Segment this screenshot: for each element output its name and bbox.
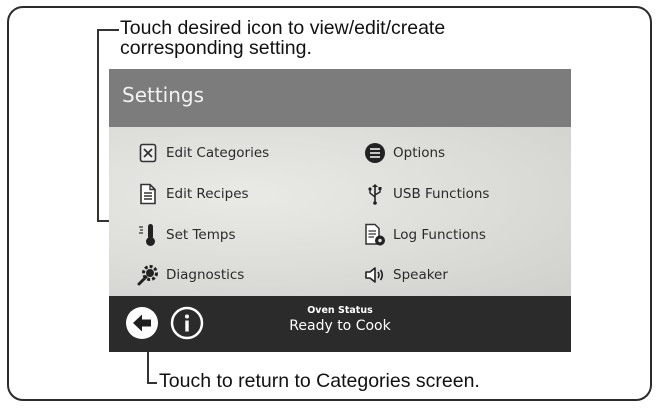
usb-functions-label: USB Functions: [393, 186, 490, 202]
top-callout-leader-v: [97, 29, 99, 221]
top-callout-leader-h: [97, 29, 119, 31]
bottom-callout-leader-h: [147, 382, 157, 384]
settings-screen: Settings Edit Categories Edit Recipes Se…: [109, 69, 571, 352]
bottom-callout: Touch to return to Categories screen.: [159, 370, 480, 392]
options-button[interactable]: Options: [364, 138, 445, 168]
status-bar: Oven Status Ready to Cook: [109, 296, 571, 352]
usb-functions-button[interactable]: USB Functions: [364, 179, 489, 209]
title-bar: Settings: [109, 69, 571, 127]
edit-recipes-label: Edit Recipes: [166, 186, 249, 202]
top-callout-line2: corresponding setting.: [120, 37, 312, 59]
settings-panel: Edit Categories Edit Recipes Set Temps D…: [109, 127, 571, 296]
document-icon: [137, 182, 159, 206]
log-functions-button[interactable]: Log Functions: [364, 220, 486, 250]
usb-icon: [364, 182, 386, 206]
oven-status-value: Ready to Cook: [289, 318, 391, 334]
set-temps-label: Set Temps: [166, 227, 236, 243]
edit-categories-icon: [137, 141, 159, 165]
top-callout-line1: Touch desired icon to view/edit/create: [120, 17, 446, 39]
log-document-icon: [364, 223, 386, 247]
log-functions-label: Log Functions: [393, 227, 486, 243]
list-circle-icon: [364, 141, 386, 165]
diagnostics-label: Diagnostics: [166, 267, 245, 283]
top-callout: Touch desired icon to view/edit/create c…: [120, 18, 445, 58]
edit-categories-label: Edit Categories: [166, 145, 270, 161]
edit-categories-button[interactable]: Edit Categories: [137, 138, 269, 168]
thermometer-icon: [137, 223, 159, 247]
oven-status-caption: Oven Status: [307, 305, 373, 316]
speaker-icon: [364, 263, 386, 287]
speaker-button[interactable]: Speaker: [364, 260, 448, 290]
speaker-label: Speaker: [393, 267, 448, 283]
page-title: Settings: [122, 83, 205, 107]
set-temps-button[interactable]: Set Temps: [137, 220, 235, 250]
options-label: Options: [393, 145, 446, 161]
edit-recipes-button[interactable]: Edit Recipes: [137, 179, 249, 209]
diagnostics-button[interactable]: Diagnostics: [137, 260, 244, 290]
gear-wrench-icon: [137, 263, 159, 287]
